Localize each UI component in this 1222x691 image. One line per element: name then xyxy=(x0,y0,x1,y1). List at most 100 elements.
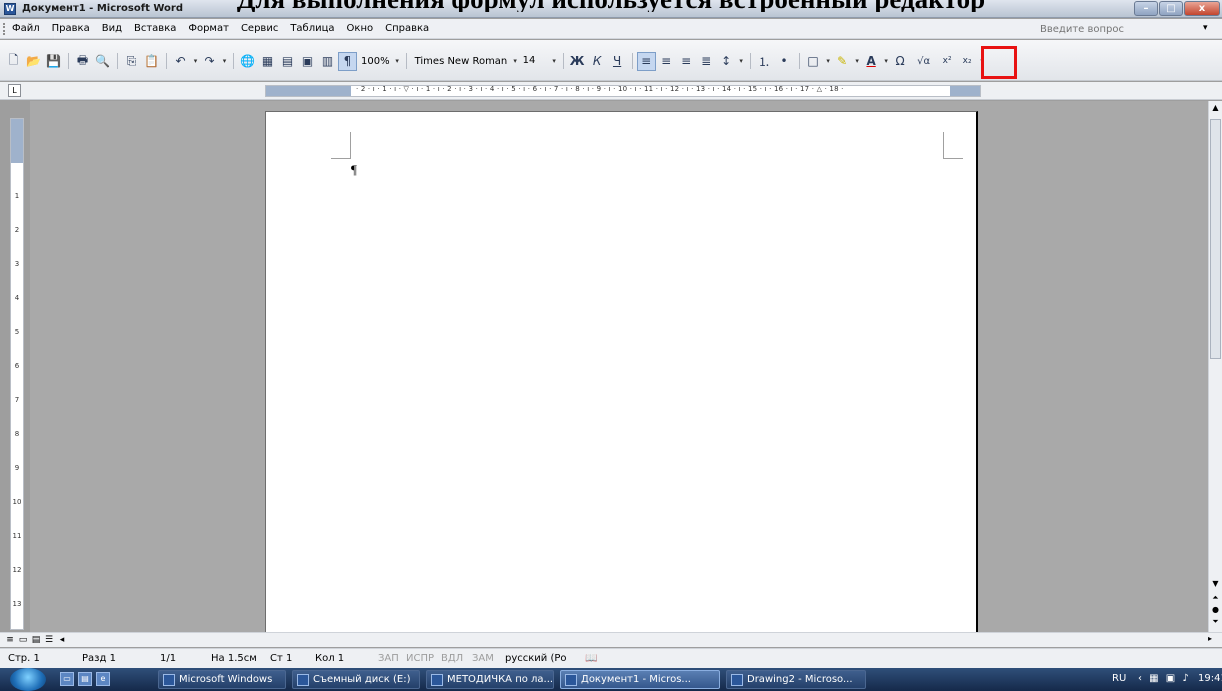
toolbar-separator xyxy=(749,53,751,69)
status-overtype[interactable]: ЗАМ xyxy=(472,653,494,664)
taskbar-button[interactable]: Drawing2 - Microso... xyxy=(726,670,866,689)
underline-button[interactable]: Ч xyxy=(608,52,627,71)
redo-dropdown-icon[interactable]: ▾ xyxy=(220,57,229,65)
size-dropdown-icon[interactable]: ▾ xyxy=(550,57,559,65)
font-color-icon[interactable]: A xyxy=(862,52,881,71)
start-button[interactable] xyxy=(10,668,46,691)
status-record[interactable]: ЗАП xyxy=(378,653,399,664)
status-extend[interactable]: ВДЛ xyxy=(441,653,463,664)
menu-help[interactable]: Справка xyxy=(385,23,429,34)
highlight-pen-icon[interactable]: ✎ xyxy=(833,52,852,71)
taskbar-button[interactable]: МЕТОДИЧКА по ла... xyxy=(426,670,554,689)
font-dropdown-icon[interactable]: ▾ xyxy=(511,57,520,65)
show-desktop-icon[interactable]: ▭ xyxy=(60,672,74,686)
hyperlink-icon[interactable]: 🌐 xyxy=(238,52,257,71)
taskbar-button[interactable]: Съемный диск (E:) xyxy=(292,670,420,689)
borders-dropdown-icon[interactable]: ▾ xyxy=(824,57,833,65)
menu-file[interactable]: Файл xyxy=(12,23,40,34)
horizontal-scrollbar[interactable]: ≡ ▭ ▤ ☰ ◂ ▸ xyxy=(0,632,1222,647)
ruler-number: 2 xyxy=(14,226,20,234)
line-spacing-dropdown-icon[interactable]: ▾ xyxy=(737,57,746,65)
scroll-thumb[interactable] xyxy=(1210,119,1221,359)
taskbar: ▭ ▤ e Microsoft Windows Съемный диск (E:… xyxy=(0,668,1222,691)
taskbar-button[interactable]: Microsoft Windows xyxy=(158,670,286,689)
menu-table[interactable]: Таблица xyxy=(290,23,334,34)
print-layout-icon[interactable]: ▤ xyxy=(30,634,42,646)
font-name-box[interactable]: Times New Roman xyxy=(411,53,511,70)
switch-windows-icon[interactable]: ▤ xyxy=(78,672,92,686)
text-boundary-top-left xyxy=(331,132,351,159)
status-column: Кол 1 xyxy=(315,653,345,664)
tab-selector-icon[interactable]: L xyxy=(8,84,21,97)
tray-icons[interactable]: ‹ ▦ ▣ ♪ xyxy=(1138,673,1191,684)
italic-button[interactable]: К xyxy=(588,52,607,71)
new-document-icon[interactable]: 🗋 xyxy=(4,52,23,71)
toolbar-options-icon[interactable]: ▾ xyxy=(978,57,987,65)
status-language[interactable]: русский (Ро xyxy=(505,653,567,664)
insert-table-icon[interactable]: ▤ xyxy=(278,52,297,71)
font-color-dropdown-icon[interactable]: ▾ xyxy=(882,57,891,65)
clock[interactable]: 19:41 xyxy=(1198,673,1222,684)
internet-explorer-icon[interactable]: e xyxy=(96,672,110,686)
undo-dropdown-icon[interactable]: ▾ xyxy=(191,57,200,65)
align-left-icon[interactable]: ≡ xyxy=(636,51,656,71)
open-folder-icon[interactable]: 📂 xyxy=(24,52,43,71)
menu-view[interactable]: Вид xyxy=(102,23,122,34)
next-page-icon[interactable]: ⏷ xyxy=(1209,617,1222,627)
scroll-down-icon[interactable]: ▼ xyxy=(1209,579,1222,588)
vertical-scrollbar[interactable]: ▲ ▼ ⏶ ● ⏷ xyxy=(1208,101,1222,632)
numbering-icon[interactable]: ⒈ xyxy=(755,52,774,71)
show-formatting-icon[interactable]: ¶ xyxy=(338,51,357,71)
outline-view-icon[interactable]: ☰ xyxy=(43,634,55,646)
zoom-dropdown-icon[interactable]: ▾ xyxy=(393,57,402,65)
menu-window[interactable]: Окно xyxy=(347,23,374,34)
print-preview-icon[interactable]: 🔍 xyxy=(93,52,112,71)
scroll-up-icon[interactable]: ▲ xyxy=(1209,103,1222,112)
menu-format[interactable]: Формат xyxy=(188,23,229,34)
vertical-ruler[interactable]: 1 2 3 4 5 6 7 8 9 10 11 12 13 xyxy=(10,118,24,630)
insert-excel-icon[interactable]: ▣ xyxy=(298,52,317,71)
save-icon[interactable]: 💾 xyxy=(44,52,63,71)
taskbar-button[interactable]: Документ1 - Micros... xyxy=(560,670,720,689)
menu-grip-handle[interactable] xyxy=(3,23,6,35)
ruler-number: 5 xyxy=(14,328,20,336)
tables-borders-icon[interactable]: ▦ xyxy=(258,52,277,71)
justify-icon[interactable]: ≣ xyxy=(697,52,716,71)
line-spacing-icon[interactable]: ↕ xyxy=(717,52,736,71)
borders-icon[interactable]: □ xyxy=(804,52,823,71)
undo-icon[interactable]: ↶ xyxy=(171,52,190,71)
menu-edit[interactable]: Правка xyxy=(52,23,90,34)
symbol-icon[interactable]: Ω xyxy=(891,52,910,71)
print-icon[interactable]: 🖶 xyxy=(73,52,92,71)
copy-icon[interactable]: ⎘ xyxy=(122,52,141,71)
spelling-status-icon[interactable]: 📖 xyxy=(585,653,597,664)
equation-editor-button[interactable]: √α xyxy=(911,52,937,71)
previous-page-icon[interactable]: ⏶ xyxy=(1209,593,1222,603)
subscript-button[interactable]: x₂ xyxy=(958,52,977,71)
align-right-icon[interactable]: ≡ xyxy=(677,52,696,71)
zoom-value[interactable]: 100% xyxy=(361,56,390,67)
document-page[interactable]: ¶ xyxy=(265,111,978,632)
status-track-changes[interactable]: ИСПР xyxy=(406,653,434,664)
highlight-dropdown-icon[interactable]: ▾ xyxy=(853,57,862,65)
normal-view-icon[interactable]: ≡ xyxy=(4,634,16,646)
ask-question-input[interactable] xyxy=(1040,21,1190,37)
superscript-button[interactable]: x² xyxy=(938,52,957,71)
browse-object-icon[interactable]: ● xyxy=(1209,605,1222,614)
scroll-right-icon[interactable]: ▸ xyxy=(1208,634,1212,643)
align-center-icon[interactable]: ≡ xyxy=(657,52,676,71)
menu-insert[interactable]: Вставка xyxy=(134,23,176,34)
columns-icon[interactable]: ▥ xyxy=(318,52,337,71)
web-view-icon[interactable]: ▭ xyxy=(17,634,29,646)
toolbar-separator xyxy=(405,53,407,69)
redo-icon[interactable]: ↷ xyxy=(200,52,219,71)
horizontal-ruler[interactable]: · 2 · ı · 1 · ı · ▽ · ı · 1 · ı · 2 · ı … xyxy=(265,85,981,97)
scroll-left-icon[interactable]: ◂ xyxy=(56,634,68,646)
ask-dropdown-icon[interactable]: ▾ xyxy=(1203,23,1208,33)
language-indicator[interactable]: RU xyxy=(1112,673,1126,684)
menu-tools[interactable]: Сервис xyxy=(241,23,278,34)
paste-icon[interactable]: 📋 xyxy=(142,52,161,71)
bullets-icon[interactable]: • xyxy=(775,52,794,71)
bold-button[interactable]: Ж xyxy=(568,52,587,71)
font-size-box[interactable]: 14 xyxy=(520,53,550,70)
